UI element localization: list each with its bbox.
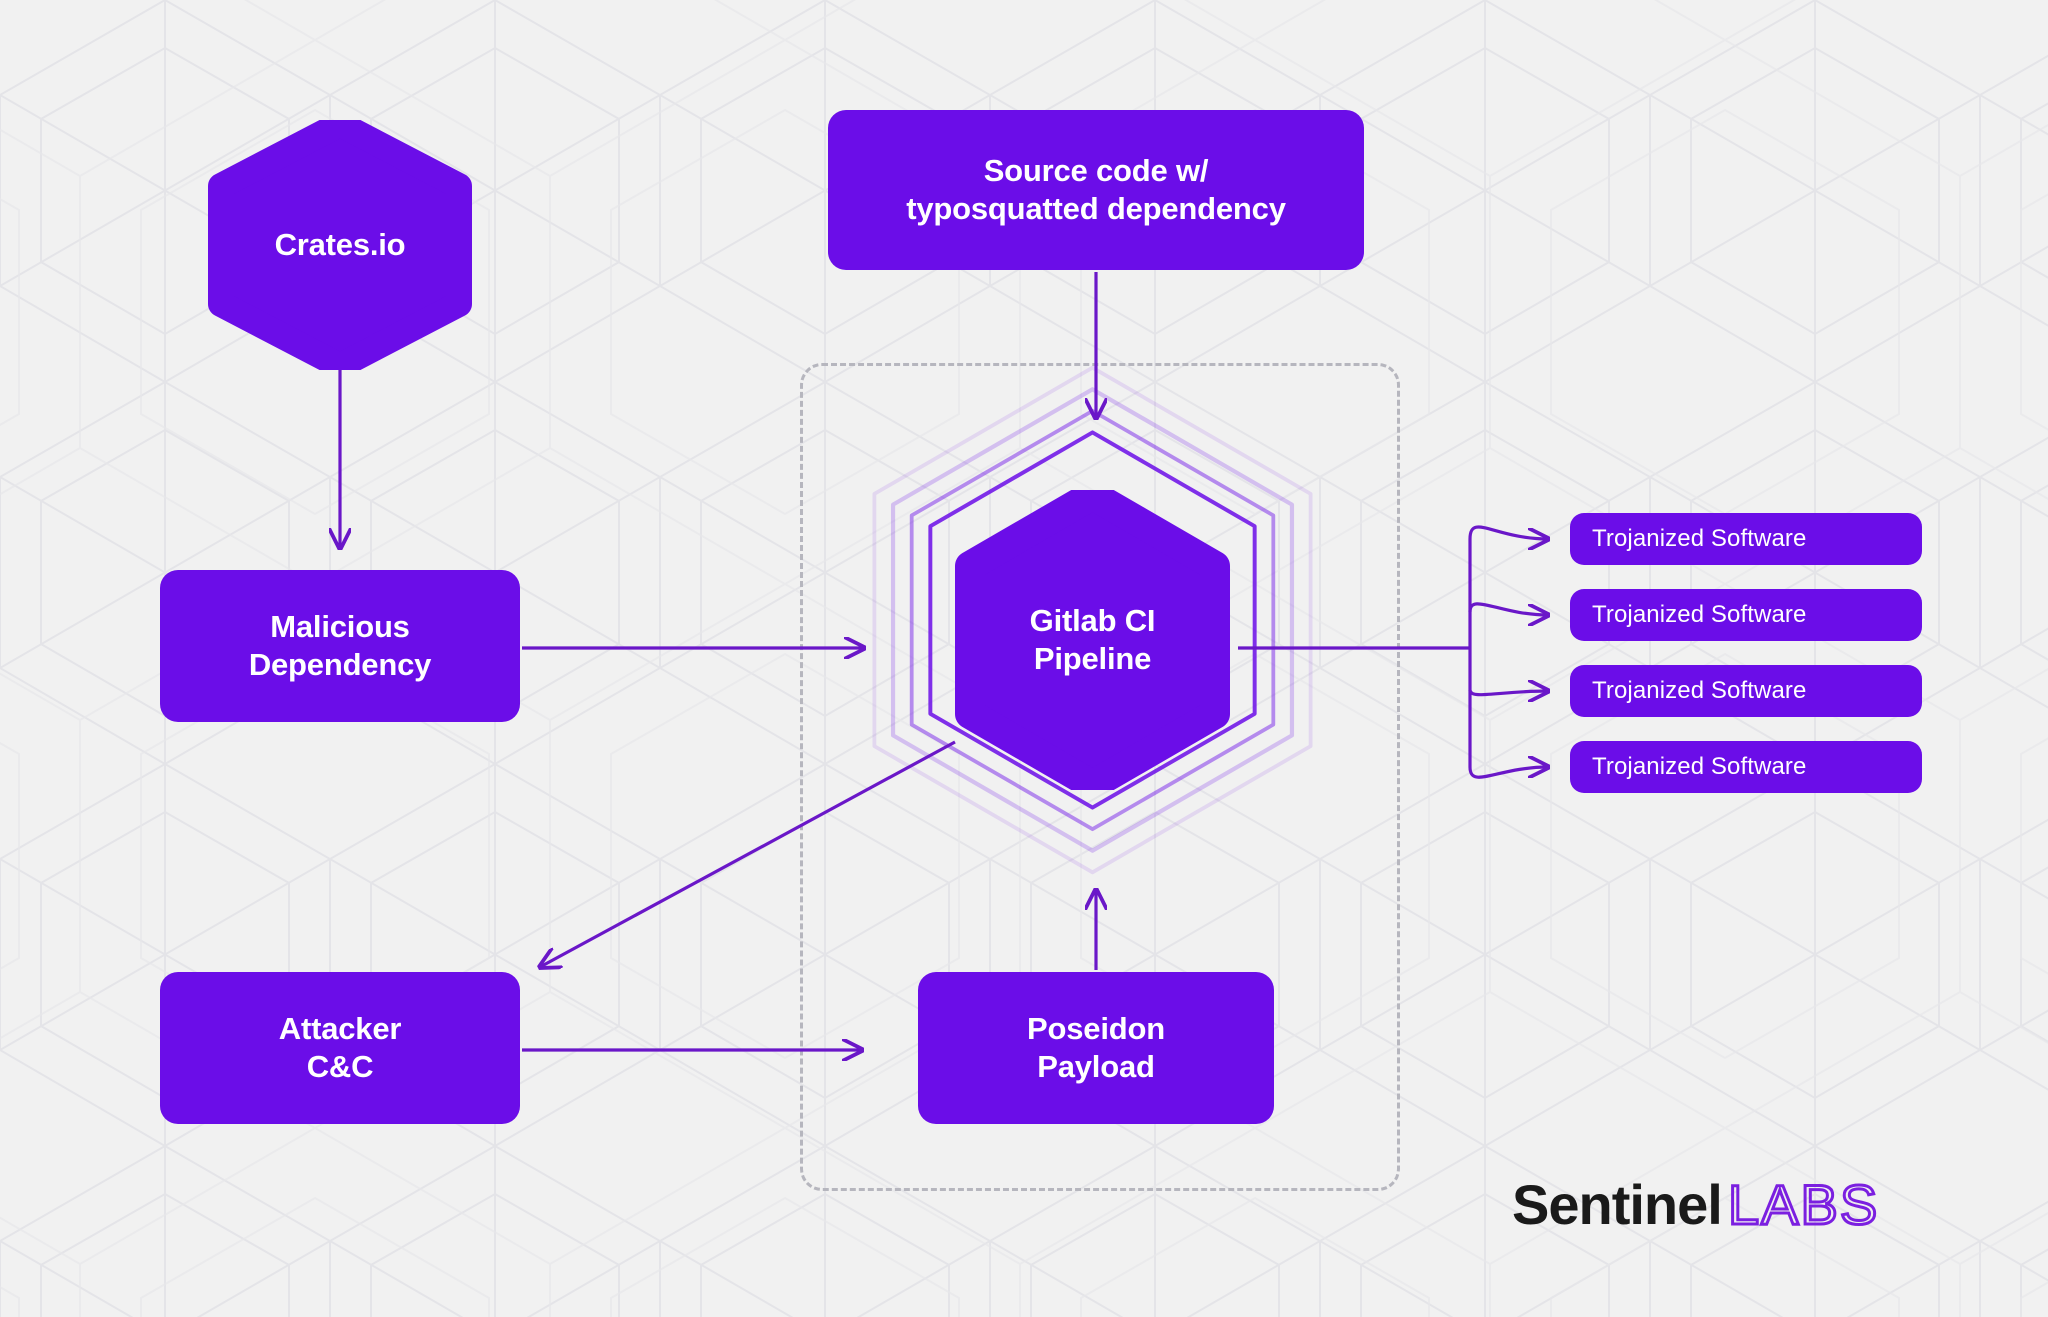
node-malicious-dependency-label-line1: Malicious bbox=[270, 609, 410, 645]
edge-branch-3 bbox=[1468, 690, 1548, 695]
edge-branch-2 bbox=[1468, 602, 1548, 615]
hexagon-shape bbox=[208, 111, 472, 379]
node-gitlab-ci-pipeline[interactable]: Gitlab CI Pipeline bbox=[950, 480, 1235, 800]
node-poseidon-payload[interactable]: Poseidon Payload bbox=[918, 972, 1274, 1124]
edge-pipeline-to-attacker bbox=[540, 740, 956, 967]
node-source-code-label-line1: Source code w/ bbox=[983, 153, 1209, 189]
sentinellabs-logo: Sentinel LABS bbox=[1512, 1172, 1879, 1238]
node-malicious-dependency[interactable]: Malicious Dependency bbox=[160, 570, 520, 722]
node-attacker-cc-label-line2: C&C bbox=[306, 1049, 374, 1084]
output-trojanized-software-2[interactable]: Trojanized Software bbox=[1570, 589, 1922, 641]
logo-word-sentinel: Sentinel bbox=[1512, 1173, 1722, 1236]
edge-branch-1 bbox=[1468, 525, 1548, 539]
output-label: Trojanized Software bbox=[1592, 677, 1807, 704]
node-attacker-cc[interactable]: Attacker C&C bbox=[160, 972, 520, 1124]
node-malicious-dependency-label-line2: Dependency bbox=[248, 647, 432, 682]
output-trojanized-software-4[interactable]: Trojanized Software bbox=[1570, 741, 1922, 793]
edge-branch-4 bbox=[1468, 767, 1548, 779]
output-label: Trojanized Software bbox=[1592, 525, 1807, 552]
output-label: Trojanized Software bbox=[1592, 753, 1807, 780]
node-poseidon-payload-label-line2: Payload bbox=[1037, 1049, 1155, 1084]
node-poseidon-payload-label-line1: Poseidon bbox=[1027, 1011, 1165, 1047]
node-crates-io[interactable]: Crates.io bbox=[205, 111, 475, 379]
logo-word-labs: LABS bbox=[1728, 1173, 1879, 1236]
node-source-code-label-line2: typosquatted dependency bbox=[906, 191, 1286, 226]
node-attacker-cc-label-line1: Attacker bbox=[278, 1011, 402, 1047]
node-source-code[interactable]: Source code w/ typosquatted dependency bbox=[828, 110, 1364, 270]
diagram-canvas: Crates.io Source code w/ typosquatted de… bbox=[0, 0, 2048, 1317]
output-trojanized-software-3[interactable]: Trojanized Software bbox=[1570, 665, 1922, 717]
output-trojanized-software-1[interactable]: Trojanized Software bbox=[1570, 513, 1922, 565]
output-label: Trojanized Software bbox=[1592, 601, 1807, 628]
hexagon-shape bbox=[955, 480, 1230, 800]
